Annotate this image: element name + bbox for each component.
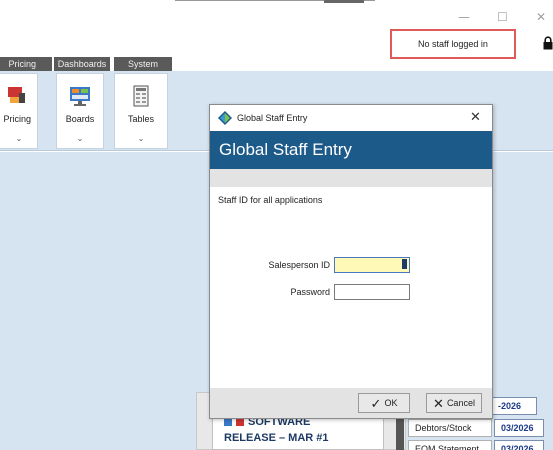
salesperson-id-label: Salesperson ID <box>268 260 330 270</box>
eom-statement-label: EOM Statement <box>408 440 492 450</box>
boards-label: Boards <box>65 114 95 124</box>
staff-status-text: No staff logged in <box>418 39 488 49</box>
minimize-icon[interactable]: — <box>458 10 470 24</box>
maximize-icon[interactable]: ☐ <box>497 10 508 24</box>
top-scroll-mark <box>324 0 364 3</box>
tab-dashboards[interactable]: Dashboards <box>54 57 110 71</box>
pricing-icon <box>8 87 25 103</box>
tab-pricing[interactable]: Pricing <box>0 57 52 71</box>
debtors-stock-label: Debtors/Stock <box>408 419 492 437</box>
lock-icon[interactable] <box>543 36 553 50</box>
global-staff-entry-dialog: Global Staff Entry ✕ Global Staff Entry … <box>209 104 493 419</box>
tables-button[interactable]: Tables ⌄ <box>114 73 168 149</box>
boards-icon <box>70 87 90 106</box>
pricing-button[interactable]: Pricing ⌄ <box>0 73 38 149</box>
close-icon[interactable]: ✕ <box>470 110 481 125</box>
ok-button[interactable]: ✓ OK <box>358 393 410 413</box>
dialog-header-strip <box>210 169 492 187</box>
text-caret <box>402 259 407 269</box>
news-icon <box>224 418 232 426</box>
dialog-titlebar[interactable]: Global Staff Entry ✕ <box>210 105 492 131</box>
check-icon: ✓ <box>370 395 382 411</box>
cancel-label: Cancel <box>446 398 475 408</box>
pricing-label: Pricing <box>3 114 31 124</box>
password-label: Password <box>290 287 330 297</box>
ok-label: OK <box>384 398 398 408</box>
x-icon: ✕ <box>433 395 444 411</box>
chevron-down-icon: ⌄ <box>15 134 23 143</box>
dialog-title: Global Staff Entry <box>237 113 308 123</box>
close-window-icon[interactable]: ✕ <box>536 10 546 24</box>
salesperson-id-input[interactable] <box>334 257 410 273</box>
tables-label: Tables <box>127 114 154 124</box>
password-input[interactable] <box>334 284 410 300</box>
tables-icon <box>133 85 149 107</box>
eom-statement-value: 03/2026 <box>494 440 544 450</box>
period-value-1: -2026 <box>491 397 537 415</box>
debtors-stock-value: 03/2026 <box>494 419 544 437</box>
app-logo-icon <box>218 111 232 125</box>
chevron-down-icon: ⌄ <box>137 134 145 143</box>
staff-status: No staff logged in <box>390 29 516 59</box>
chevron-down-icon: ⌄ <box>76 134 84 143</box>
flag-icon <box>236 418 244 426</box>
dialog-description: Staff ID for all applications <box>218 195 323 205</box>
boards-button[interactable]: Boards ⌄ <box>56 73 104 149</box>
dialog-header: Global Staff Entry <box>210 131 492 169</box>
cancel-button[interactable]: ✕ Cancel <box>426 393 482 413</box>
tab-system[interactable]: System <box>114 57 172 71</box>
